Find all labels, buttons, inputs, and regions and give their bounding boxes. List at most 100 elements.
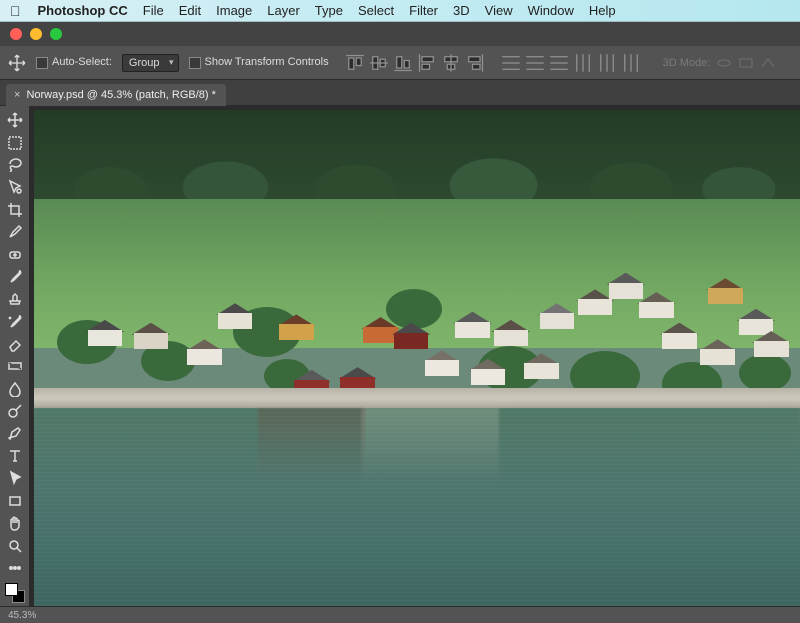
edit-toolbar-icon[interactable] (2, 558, 28, 578)
scene-house (134, 323, 168, 349)
color-swatches[interactable] (2, 580, 28, 606)
rectangle-tool[interactable] (2, 491, 28, 511)
orbit-3d-icon[interactable] (716, 56, 732, 70)
options-bar: Auto-Select: Group Show Transform Contro… (0, 46, 800, 80)
auto-select-label: Auto-Select: (52, 56, 112, 68)
macos-menubar:  Photoshop CC File Edit Image Layer Typ… (0, 0, 800, 22)
distribute-vcenter-icon[interactable] (525, 53, 545, 73)
mode-3d-group: 3D Mode: (663, 56, 777, 70)
menu-help[interactable]: Help (589, 3, 616, 18)
zoom-tool[interactable] (2, 535, 28, 555)
canvas-area[interactable] (30, 106, 800, 606)
clone-stamp-tool[interactable] (2, 289, 28, 309)
document-canvas[interactable] (34, 110, 800, 606)
scene-ripples (34, 408, 800, 606)
mode-3d-label: 3D Mode: (663, 57, 711, 69)
menu-filter[interactable]: Filter (409, 3, 438, 18)
menu-file[interactable]: File (143, 3, 164, 18)
menu-edit[interactable]: Edit (179, 3, 201, 18)
move-tool-indicator-icon[interactable] (8, 54, 26, 72)
move-tool[interactable] (2, 110, 28, 130)
scene-house (218, 303, 252, 329)
foreground-color-swatch[interactable] (5, 583, 18, 596)
distribute-bottom-icon[interactable] (549, 53, 569, 73)
menu-select[interactable]: Select (358, 3, 394, 18)
brush-tool[interactable] (2, 267, 28, 287)
scene-house (279, 314, 313, 340)
blur-tool[interactable] (2, 379, 28, 399)
menu-3d[interactable]: 3D (453, 3, 470, 18)
scene-house (425, 350, 459, 376)
align-left-edges-icon[interactable] (417, 53, 437, 73)
distribute-left-icon[interactable] (573, 53, 593, 73)
app-name[interactable]: Photoshop CC (38, 3, 128, 18)
menu-view[interactable]: View (485, 3, 513, 18)
pen-tool[interactable] (2, 423, 28, 443)
scene-house (662, 323, 696, 349)
document-tab[interactable]: × Norway.psd @ 45.3% (patch, RGB/8) * (6, 84, 226, 106)
align-horizontal-centers-icon[interactable] (441, 53, 461, 73)
window-close-icon[interactable] (10, 28, 22, 40)
distribute-right-icon[interactable] (621, 53, 641, 73)
scene-house (187, 339, 221, 365)
window-zoom-icon[interactable] (50, 28, 62, 40)
dodge-tool[interactable] (2, 401, 28, 421)
eraser-tool[interactable] (2, 334, 28, 354)
history-brush-tool[interactable] (2, 312, 28, 332)
scene-house (700, 339, 734, 365)
distribute-top-icon[interactable] (501, 53, 521, 73)
gradient-tool[interactable] (2, 356, 28, 376)
hand-tool[interactable] (2, 513, 28, 533)
distribute-hcenter-icon[interactable] (597, 53, 617, 73)
type-tool[interactable] (2, 446, 28, 466)
crop-tool[interactable] (2, 200, 28, 220)
align-group (345, 53, 485, 73)
document-tab-title: Norway.psd @ 45.3% (patch, RGB/8) * (26, 89, 215, 101)
window-minimize-icon[interactable] (30, 28, 42, 40)
scene-house (578, 289, 612, 315)
scene-house (540, 303, 574, 329)
pan-3d-icon[interactable] (738, 56, 754, 70)
lasso-tool[interactable] (2, 155, 28, 175)
status-zoom[interactable]: 45.3% (8, 610, 36, 621)
scene-house (471, 359, 505, 385)
quick-select-tool[interactable] (2, 177, 28, 197)
scene-forest-top (34, 110, 800, 209)
scene-house (494, 320, 528, 346)
show-transform-checkbox[interactable]: Show Transform Controls (189, 56, 329, 68)
status-bar: 45.3% (0, 606, 800, 623)
menu-layer[interactable]: Layer (267, 3, 300, 18)
close-tab-icon[interactable]: × (14, 89, 20, 101)
spot-healing-tool[interactable] (2, 244, 28, 264)
show-transform-label: Show Transform Controls (205, 56, 329, 68)
eyedropper-tool[interactable] (2, 222, 28, 242)
menu-window[interactable]: Window (528, 3, 574, 18)
scene-house (708, 278, 742, 304)
tools-panel (0, 106, 30, 606)
rectangular-marquee-tool[interactable] (2, 132, 28, 152)
distribute-group (501, 53, 641, 73)
align-right-edges-icon[interactable] (465, 53, 485, 73)
scene-village (34, 259, 800, 398)
scene-house (609, 273, 643, 299)
auto-select-checkbox[interactable]: Auto-Select: (36, 56, 112, 68)
slide-3d-icon[interactable] (760, 56, 776, 70)
path-select-tool[interactable] (2, 468, 28, 488)
scene-house (88, 320, 122, 346)
menu-type[interactable]: Type (315, 3, 343, 18)
workspace (0, 106, 800, 606)
scene-house (639, 292, 673, 318)
menu-image[interactable]: Image (216, 3, 252, 18)
apple-logo-icon[interactable]:  (10, 3, 21, 19)
scene-house (394, 323, 428, 349)
scene-house (754, 331, 788, 357)
align-top-edges-icon[interactable] (345, 53, 365, 73)
document-tab-bar: × Norway.psd @ 45.3% (patch, RGB/8) * (0, 80, 800, 106)
scene-house (524, 353, 558, 379)
auto-select-dropdown[interactable]: Group (122, 54, 179, 72)
align-vertical-centers-icon[interactable] (369, 53, 389, 73)
scene-house (363, 317, 397, 343)
align-bottom-edges-icon[interactable] (393, 53, 413, 73)
window-chrome (0, 22, 800, 46)
scene-house (455, 312, 489, 338)
